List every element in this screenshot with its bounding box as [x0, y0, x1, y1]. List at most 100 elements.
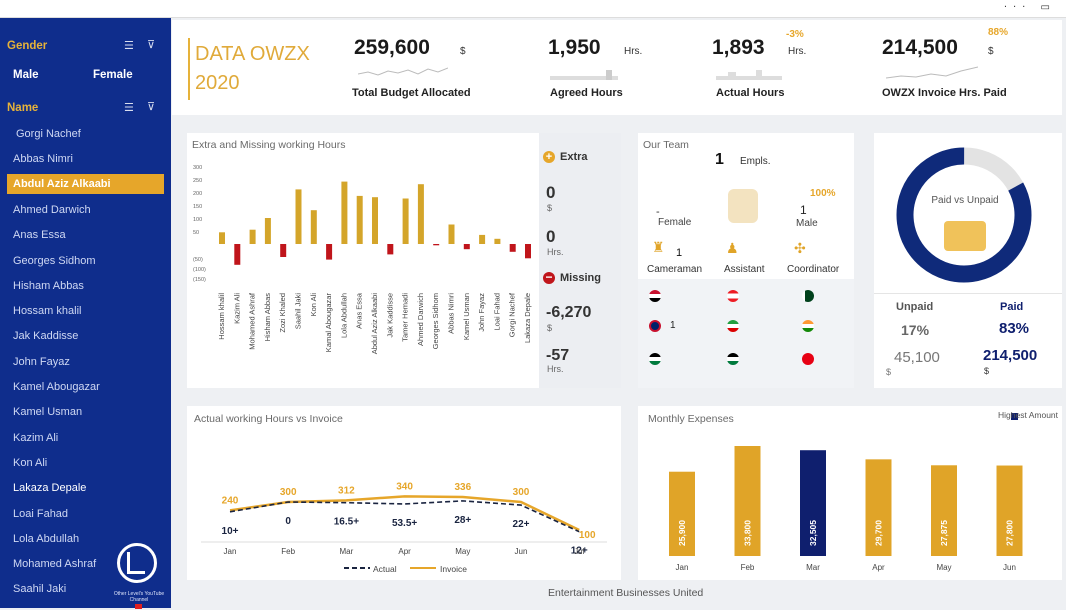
missing-hours-value: -57: [546, 347, 570, 364]
paid-unpaid-donut: [896, 147, 1032, 283]
monthly-expenses-title: Monthly Expenses: [648, 413, 734, 425]
x-tick-label: Tamer Hemadi: [401, 293, 410, 342]
name-slicer-item[interactable]: Saahil Jaki: [13, 583, 66, 595]
x-tick-label: May: [936, 563, 951, 572]
monthly-expenses-chart: 25,900 Jan 33,800 Feb 32,505 Mar 29,700 Apr 27,8…: [669, 446, 1023, 572]
flag-india-icon: [802, 320, 814, 332]
x-tick-label: Mar: [806, 563, 820, 572]
assistant-label: Assistant: [724, 264, 765, 275]
invoice-data-label: 300: [513, 487, 530, 498]
invoice-data-label: 300: [280, 487, 297, 498]
flag-egypt-icon: [649, 290, 661, 302]
name-slicer-item[interactable]: Abdul Aziz Alkaabi: [7, 173, 164, 194]
divider: [874, 293, 1062, 294]
name-slicer-item[interactable]: Loai Fahad: [13, 508, 68, 520]
x-tick-label: Jan: [224, 547, 237, 556]
clear-filter-icon[interactable]: ⊽: [147, 100, 155, 113]
dashboard-year: 2020: [195, 72, 240, 94]
extra-missing-bar: [234, 244, 241, 265]
clear-filter-icon[interactable]: ⊽: [147, 38, 155, 51]
unpaid-label: Unpaid: [896, 301, 934, 313]
extra-missing-panel: Extra and Missing working Hours 300 250 20…: [187, 133, 621, 388]
actual-data-label: 28+: [454, 515, 471, 526]
dashboard-title: DATA OWZX: [195, 43, 310, 65]
sort-icon[interactable]: ☰: [124, 39, 134, 52]
name-slicer-item[interactable]: Jak Kaddisse: [13, 330, 78, 342]
x-tick-label: Gorgi Nachef: [508, 292, 517, 337]
y-tick-label: 300: [193, 165, 202, 171]
actual-data-label: 22+: [513, 519, 530, 530]
name-slicer-item[interactable]: Ahmed Darwich: [13, 204, 91, 216]
extra-missing-bar: [310, 210, 317, 244]
monthly-expenses-panel: Monthly Expenses Highest Amount 25,900 Ja…: [638, 406, 1062, 580]
flag-jordan-icon: [727, 353, 739, 365]
name-slicer-item[interactable]: Hisham Abbas: [13, 280, 84, 292]
kpi-paid-unit: $: [988, 46, 994, 57]
assistant-icon: ♟: [726, 240, 739, 256]
kpi-budget-label: Total Budget Allocated: [352, 87, 471, 99]
y-tick-label: 200: [193, 191, 202, 197]
name-slicer-item[interactable]: Lola Abdullah: [13, 533, 79, 545]
gender-slicer-title: Gender: [7, 40, 48, 52]
x-tick-label: Abdul Aziz Alkaabi: [370, 293, 379, 355]
kpi-actual-sparkline: [716, 70, 782, 80]
kpi-agreed-value: 1,950: [548, 36, 601, 59]
gender-option-female[interactable]: Female: [93, 69, 133, 81]
window-topbar: ··· ▭: [0, 0, 1066, 18]
name-slicer-item[interactable]: Kazim Ali: [13, 432, 58, 444]
x-tick-label: May: [455, 547, 470, 556]
flag-lebanon-icon: [727, 290, 739, 302]
invoice-data-label: 340: [396, 481, 413, 492]
name-slicer-item[interactable]: Kamel Usman: [13, 406, 82, 418]
extra-missing-bar: [372, 197, 378, 244]
team-panel: Our Team 1 Empls. - Female 100% 1 Male ♜…: [638, 133, 854, 388]
name-slicer-item[interactable]: Anas Essa: [13, 229, 66, 241]
extra-missing-bar: [494, 238, 501, 244]
name-slicer-item[interactable]: Kon Ali: [13, 457, 47, 469]
actual-data-label: 10+: [222, 526, 239, 537]
extra-missing-chart: 300 250 200 150 100 50 (50) (100) (150) Hossam kh…: [193, 165, 532, 355]
extra-missing-bar: [219, 232, 225, 244]
expense-data-label: 27,800: [1005, 520, 1015, 546]
actual-vs-invoice-title: Actual working Hours vs Invoice: [194, 413, 343, 425]
x-tick-label: Lola Abdullah: [339, 293, 348, 338]
youtube-icon: [135, 604, 142, 609]
footer-caption: Entertainment Businesses United: [548, 587, 704, 599]
team-count: 1: [715, 151, 724, 168]
missing-label: Missing: [560, 272, 601, 284]
gender-option-male[interactable]: Male: [13, 69, 39, 81]
legend-highest-label: Highest Amount: [998, 410, 1059, 420]
extra-hours-unit: Hrs.: [547, 247, 564, 257]
missing-money-value: -6,270: [546, 304, 592, 321]
y-tick-label: 250: [193, 178, 202, 184]
actual-data-label: 53.5+: [392, 518, 417, 529]
x-tick-label: Loai Fahad: [492, 293, 501, 331]
name-slicer-item[interactable]: Georges Sidhom: [13, 255, 96, 267]
x-tick-label: Mohamed Ashraf: [248, 292, 257, 350]
x-tick-label: Feb: [281, 547, 295, 556]
extra-missing-bar: [387, 244, 394, 255]
name-slicer-item[interactable]: John Fayaz: [13, 356, 70, 368]
window-controls-icon[interactable]: ··· ▭: [1004, 2, 1056, 13]
legend-actual-label: Actual: [373, 564, 397, 574]
name-slicer-item[interactable]: Mohamed Ashraf: [13, 558, 96, 570]
x-tick-label: Jul: [574, 547, 584, 556]
sort-icon[interactable]: ☰: [124, 101, 134, 114]
kpi-actual-pct: -3%: [786, 29, 804, 40]
extra-missing-bar: [341, 181, 348, 244]
x-tick-label: John Fayaz: [477, 293, 486, 332]
name-slicer-item[interactable]: Kamel Abougazar: [13, 381, 100, 393]
legend-actual-swatch: [344, 567, 370, 569]
male-label: Male: [796, 218, 818, 229]
cameraman-label: Cameraman: [647, 264, 703, 275]
expense-data-label: 33,800: [743, 520, 753, 546]
name-slicer-item[interactable]: Gorgi Nachef: [16, 128, 81, 140]
extra-money-unit: $: [547, 203, 553, 213]
name-slicer-item[interactable]: Hossam khalil: [13, 305, 81, 317]
name-slicer-item[interactable]: Abbas Nimri: [13, 153, 73, 165]
x-tick-label: Jak Kaddisse: [385, 293, 394, 338]
unpaid-currency: $: [886, 367, 892, 377]
actual-data-label: 0: [285, 516, 291, 527]
name-slicer-item[interactable]: Lakaza Depale: [13, 482, 86, 494]
x-tick-label: Jun: [1003, 563, 1016, 572]
